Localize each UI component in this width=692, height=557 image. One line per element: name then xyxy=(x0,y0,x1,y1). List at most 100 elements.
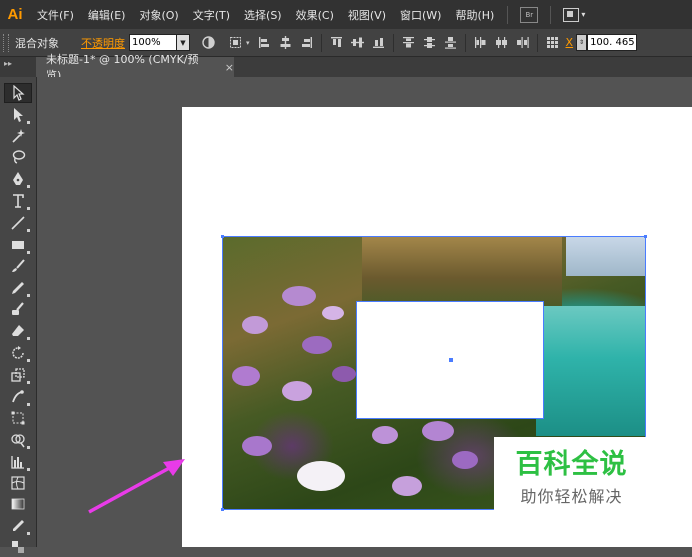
selection-type-label: 混合对象 xyxy=(15,36,59,50)
graph-tool[interactable] xyxy=(4,452,32,472)
eraser-icon xyxy=(12,325,24,336)
align-bottom-icon[interactable] xyxy=(372,36,385,49)
menu-file[interactable]: 文件(F) xyxy=(30,7,81,23)
pencil-icon xyxy=(12,282,24,294)
blob-brush-icon xyxy=(12,302,24,315)
watermark-title: 百科全说 xyxy=(515,448,628,480)
menu-view[interactable]: 视图(V) xyxy=(341,7,393,23)
opacity-link[interactable]: 不透明度 xyxy=(81,35,125,51)
menu-help[interactable]: 帮助(H) xyxy=(448,7,501,23)
magic-wand-icon xyxy=(12,129,25,143)
line-segment-tool[interactable] xyxy=(4,213,32,233)
reference-point-icon[interactable] xyxy=(546,36,559,49)
watermark: 百科全说 助你轻松解决 xyxy=(494,437,649,511)
scale-tool[interactable] xyxy=(4,365,32,385)
control-divider xyxy=(536,33,538,52)
mesh-tool[interactable] xyxy=(4,473,32,493)
lasso-icon xyxy=(12,150,26,164)
eyedropper-icon xyxy=(13,520,24,531)
tools-panel xyxy=(0,77,37,553)
menu-bar: Ai 文件(F) 编辑(E) 对象(O) 文字(T) 选择(S) 效果(C) 视… xyxy=(0,0,692,29)
chevron-down-icon[interactable]: ▾ xyxy=(246,39,250,47)
control-divider xyxy=(464,33,466,52)
menu-object[interactable]: 对象(O) xyxy=(132,7,185,23)
opacity-dropdown[interactable]: ▼ xyxy=(177,34,190,51)
annotation-arrow-icon xyxy=(88,459,185,514)
x-position-label[interactable]: X xyxy=(566,36,574,49)
warp-tool[interactable] xyxy=(4,387,32,407)
selection-handle[interactable] xyxy=(644,235,647,238)
shape-builder-tool[interactable] xyxy=(4,430,32,450)
toolbar-header[interactable]: ▸▸ xyxy=(0,57,36,77)
blend-icon xyxy=(12,541,24,553)
menu-divider xyxy=(507,5,509,24)
document-tabstrip: 未标题-1* @ 100% (CMYK/预览) × xyxy=(36,53,692,82)
free-transform-tool[interactable] xyxy=(4,408,32,428)
align-left-icon[interactable] xyxy=(258,36,271,49)
selection-tool[interactable] xyxy=(4,83,32,103)
document-canvas[interactable]: 百科全说 助你轻松解决 xyxy=(37,77,692,547)
menu-window[interactable]: 窗口(W) xyxy=(393,7,448,23)
rectangle-tool[interactable] xyxy=(4,235,32,255)
align-right-icon[interactable] xyxy=(300,36,313,49)
graph-icon xyxy=(11,456,24,469)
menu-select[interactable]: 选择(S) xyxy=(237,7,289,23)
selection-arrow-icon xyxy=(13,85,25,101)
align-top-icon[interactable] xyxy=(330,36,343,49)
x-position-stepper[interactable]: ⇕ xyxy=(576,34,588,51)
menu-edit[interactable]: 编辑(E) xyxy=(81,7,133,23)
recolor-artwork-icon[interactable] xyxy=(202,36,215,49)
distribute-left-icon[interactable] xyxy=(474,36,487,49)
close-icon[interactable]: × xyxy=(225,61,234,74)
center-point xyxy=(449,358,453,362)
document-tab[interactable]: 未标题-1* @ 100% (CMYK/预览) × xyxy=(36,53,234,82)
distribute-center-icon[interactable] xyxy=(495,36,508,49)
free-transform-icon xyxy=(11,411,25,425)
distribute-middle-icon[interactable] xyxy=(423,36,436,49)
pencil-tool[interactable] xyxy=(4,278,32,298)
menu-divider xyxy=(550,5,552,24)
arrange-documents-icon xyxy=(563,7,580,22)
blob-brush-tool[interactable] xyxy=(4,299,32,319)
paintbrush-tool[interactable] xyxy=(4,256,32,276)
type-icon xyxy=(13,194,24,208)
mesh-icon xyxy=(11,476,25,490)
magic-wand-tool[interactable] xyxy=(4,126,32,146)
align-to-icon[interactable] xyxy=(229,36,242,49)
rectangle-icon xyxy=(12,241,24,249)
rotate-icon xyxy=(12,346,24,359)
arrange-documents-button[interactable]: ▾ xyxy=(563,7,586,22)
control-divider xyxy=(392,33,394,52)
distribute-top-icon[interactable] xyxy=(402,36,415,49)
menu-effect[interactable]: 效果(C) xyxy=(289,7,341,23)
menu-type[interactable]: 文字(T) xyxy=(186,7,237,23)
bridge-button[interactable]: Br xyxy=(520,6,539,23)
panel-grip[interactable] xyxy=(3,33,9,52)
gradient-tool[interactable] xyxy=(4,494,32,514)
paintbrush-icon xyxy=(12,259,25,272)
align-middle-icon[interactable] xyxy=(350,36,364,49)
selection-handle[interactable] xyxy=(221,235,224,238)
line-icon xyxy=(11,216,25,230)
direct-selection-tool[interactable] xyxy=(4,105,32,125)
scale-icon xyxy=(11,368,25,382)
direct-selection-icon xyxy=(14,108,23,122)
x-position-input[interactable]: 100. 465 xyxy=(587,34,638,51)
app-logo: Ai xyxy=(7,6,23,23)
watermark-subtitle: 助你轻松解决 xyxy=(520,486,623,506)
rotate-tool[interactable] xyxy=(4,343,32,363)
selection-handle[interactable] xyxy=(221,508,224,511)
warp-icon xyxy=(12,390,24,403)
chevron-down-icon: ▾ xyxy=(581,10,586,19)
lasso-tool[interactable] xyxy=(4,147,32,167)
type-tool[interactable] xyxy=(4,191,32,211)
blend-tool[interactable] xyxy=(4,537,32,557)
align-center-icon[interactable] xyxy=(279,36,292,49)
opacity-input[interactable]: 100% xyxy=(129,34,177,51)
distribute-right-icon[interactable] xyxy=(516,36,529,49)
pen-tool[interactable] xyxy=(4,169,32,189)
eraser-tool[interactable] xyxy=(4,321,32,341)
eyedropper-tool[interactable] xyxy=(4,516,32,536)
distribute-bottom-icon[interactable] xyxy=(444,36,457,49)
collapse-icon[interactable]: ▸▸ xyxy=(4,59,12,68)
